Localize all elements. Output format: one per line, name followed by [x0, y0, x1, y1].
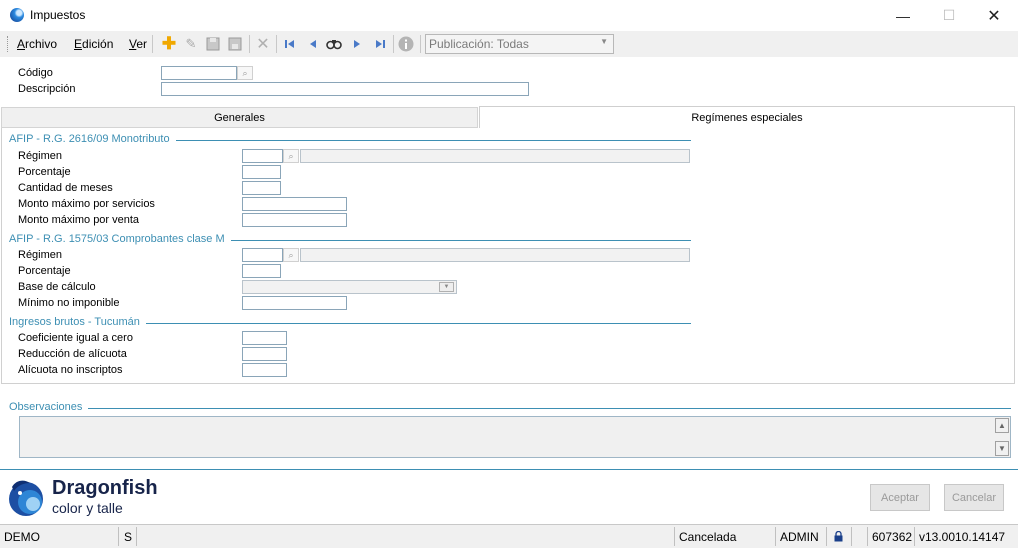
- search-icon[interactable]: [325, 35, 343, 53]
- regimen-label: Régimen: [18, 150, 63, 162]
- save-icon[interactable]: [204, 35, 222, 53]
- regimen-m-code-input[interactable]: [242, 248, 283, 262]
- status-separator: [914, 527, 915, 546]
- coeficiente-label: Coeficiente igual a cero: [18, 332, 133, 344]
- monto-venta-input[interactable]: [242, 213, 347, 227]
- base-calculo-label: Base de cálculo: [18, 281, 96, 293]
- publicacion-select[interactable]: Publicación: Todas ▼: [425, 34, 614, 54]
- regimen-m-description-field: [300, 248, 690, 262]
- status-separator: [674, 527, 675, 546]
- toolbar-separator: [276, 35, 277, 53]
- toolbar-grip: [7, 36, 10, 52]
- menu-edicion[interactable]: Edición: [74, 37, 113, 51]
- brand-tagline: color y talle: [52, 500, 123, 516]
- porcentaje-m-label: Porcentaje: [18, 265, 71, 277]
- observaciones-textarea[interactable]: ▲ ▼: [19, 416, 1011, 458]
- scroll-up-button[interactable]: ▲: [995, 418, 1009, 433]
- alicuota-label: Alícuota no inscriptos: [18, 364, 123, 376]
- new-icon[interactable]: ✚: [160, 34, 178, 53]
- menu-ver[interactable]: Ver: [129, 37, 147, 51]
- descripcion-input[interactable]: [161, 82, 529, 96]
- regimen-m-label: Régimen: [18, 249, 63, 261]
- minimize-button[interactable]: —: [880, 0, 926, 31]
- regimen-code-input[interactable]: [242, 149, 283, 163]
- status-separator: [118, 527, 119, 546]
- monto-servicios-label: Monto máximo por servicios: [18, 198, 155, 210]
- status-separator: [851, 527, 852, 546]
- delete-icon[interactable]: ✕: [254, 35, 272, 53]
- monto-venta-label: Monto máximo por venta: [18, 214, 140, 226]
- section-title-observaciones: Observaciones: [9, 401, 89, 413]
- menu-archivo[interactable]: Archivo: [17, 37, 57, 51]
- descripcion-label: Descripción: [18, 83, 76, 95]
- status-s: S: [124, 530, 133, 544]
- alicuota-input[interactable]: [242, 363, 287, 377]
- minimo-label: Mínimo no imponible: [18, 297, 120, 309]
- toolbar-separator: [393, 35, 394, 53]
- footer-divider: [0, 469, 1018, 470]
- status-number: 607362: [872, 530, 913, 544]
- base-calculo-select[interactable]: ▼: [242, 280, 457, 294]
- tab-generales[interactable]: Generales: [1, 107, 478, 128]
- status-estado: Cancelada: [679, 530, 737, 544]
- status-bar: DEMO S Cancelada ADMIN 607362 v13.0010.1…: [0, 524, 1018, 548]
- cantidad-meses-input[interactable]: [242, 181, 281, 195]
- lock-icon: [834, 530, 843, 545]
- monto-servicios-input[interactable]: [242, 197, 347, 211]
- cantidad-meses-label: Cantidad de meses: [18, 182, 113, 194]
- last-record-icon[interactable]: [371, 35, 389, 53]
- maximize-button[interactable]: ☐: [926, 0, 972, 31]
- codigo-input[interactable]: [161, 66, 237, 80]
- brand-name: Dragonfish: [52, 477, 158, 499]
- porcentaje-m-input[interactable]: [242, 264, 281, 278]
- reduccion-input[interactable]: [242, 347, 287, 361]
- toolbar-separator: [420, 35, 421, 53]
- regimen-description-field: [300, 149, 690, 163]
- save-as-icon[interactable]: [226, 35, 244, 53]
- coeficiente-input[interactable]: [242, 331, 287, 345]
- status-separator: [867, 527, 868, 546]
- porcentaje-input[interactable]: [242, 165, 281, 179]
- dragonfish-logo-icon: [6, 477, 46, 517]
- title-bar: Impuestos — ☐ ✕: [0, 0, 1018, 31]
- status-separator: [136, 527, 137, 546]
- regimen-m-lookup-icon[interactable]: ⌕: [283, 248, 299, 262]
- status-database: DEMO: [4, 530, 40, 544]
- close-button[interactable]: ✕: [971, 0, 1017, 31]
- section-divider: [9, 408, 1011, 409]
- toolbar-separator: [249, 35, 250, 53]
- tab-regimenes-especiales[interactable]: Regímenes especiales: [479, 106, 1015, 128]
- edit-icon[interactable]: ✎: [182, 35, 200, 53]
- porcentaje-label: Porcentaje: [18, 166, 71, 178]
- regimen-lookup-icon[interactable]: ⌕: [283, 149, 299, 163]
- chevron-down-icon: ▼: [600, 37, 608, 46]
- chevron-down-icon: ▼: [439, 282, 454, 292]
- window-title: Impuestos: [30, 8, 86, 22]
- codigo-lookup-icon[interactable]: ⌕: [237, 66, 253, 80]
- scroll-down-button[interactable]: ▼: [995, 441, 1009, 456]
- toolbar-separator: [152, 35, 153, 53]
- status-user: ADMIN: [780, 530, 819, 544]
- status-version: v13.0010.14147: [919, 530, 1006, 544]
- codigo-label: Código: [18, 67, 53, 79]
- first-record-icon[interactable]: [281, 35, 299, 53]
- cancelar-button[interactable]: Cancelar: [944, 484, 1004, 511]
- section-title-tucuman: Ingresos brutos - Tucumán: [9, 316, 146, 328]
- status-separator: [775, 527, 776, 546]
- section-title-monotributo: AFIP - R.G. 2616/09 Monotributo: [9, 133, 176, 145]
- next-record-icon[interactable]: [348, 35, 366, 53]
- status-separator: [826, 527, 827, 546]
- aceptar-button[interactable]: Aceptar: [870, 484, 930, 511]
- app-icon: [10, 8, 24, 22]
- section-title-clase-m: AFIP - R.G. 1575/03 Comprobantes clase M: [9, 233, 231, 245]
- info-icon[interactable]: [397, 35, 415, 53]
- minimo-input[interactable]: [242, 296, 347, 310]
- reduccion-label: Reducción de alícuota: [18, 348, 127, 360]
- menu-toolbar: Archivo Edición Ver ✚ ✎ ✕ Publicación: T…: [0, 31, 1018, 57]
- previous-record-icon[interactable]: [304, 35, 322, 53]
